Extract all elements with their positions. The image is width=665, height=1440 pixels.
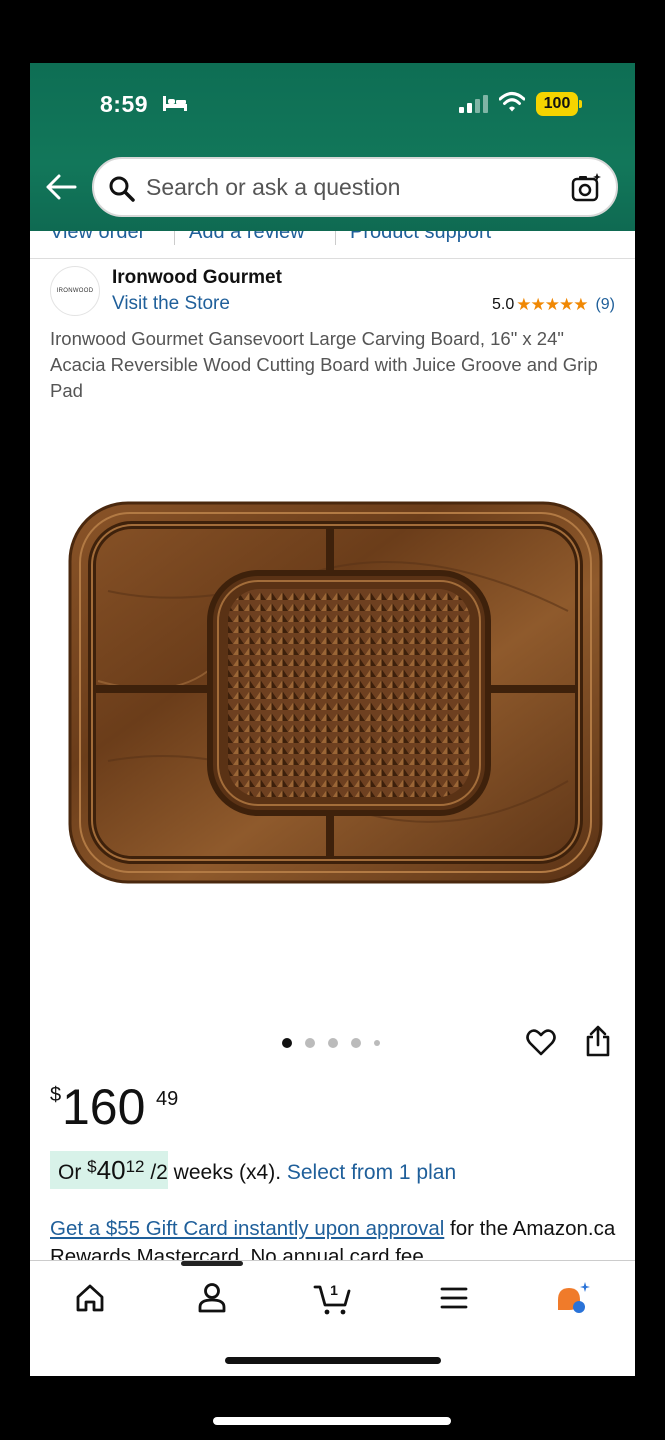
product-title: Ironwood Gourmet Gansevoort Large Carvin… xyxy=(50,328,598,401)
brand-logo[interactable]: IRONWOOD xyxy=(50,266,100,316)
drawer-handle[interactable] xyxy=(181,1261,243,1266)
gift-card-link[interactable]: Get a $55 Gift Card instantly upon appro… xyxy=(50,1217,444,1240)
product-support-link[interactable]: Product support xyxy=(350,231,491,244)
carousel-dot[interactable] xyxy=(305,1038,315,1048)
installment-offer: Or $4012 /2 weeks (x4). Select from 1 pl… xyxy=(58,1155,456,1186)
rufus-assistant-icon[interactable] xyxy=(552,1278,592,1318)
visit-store-link[interactable]: Visit the Store xyxy=(112,293,230,315)
rating-count[interactable]: (9) xyxy=(595,296,615,314)
installment-whole: 40 xyxy=(96,1155,126,1185)
installment-prefix: Or xyxy=(58,1161,88,1184)
price-fraction: 49 xyxy=(156,1088,179,1110)
home-indicator xyxy=(225,1357,441,1364)
product-image-cutting-board[interactable] xyxy=(68,501,603,886)
carousel-dot[interactable] xyxy=(328,1038,338,1048)
installment-fraction: 12 xyxy=(125,1157,145,1176)
home-icon[interactable] xyxy=(70,1278,110,1318)
cart-icon[interactable]: 1 xyxy=(312,1278,352,1318)
account-icon[interactable] xyxy=(192,1278,232,1318)
status-time: 8:59 xyxy=(100,91,149,117)
view-order-link[interactable]: View order xyxy=(50,231,145,244)
cellular-signal-icon xyxy=(459,95,488,113)
battery-indicator: 100 xyxy=(536,92,582,116)
rating-summary[interactable]: 5.0 ★★★★★ (9) xyxy=(492,295,615,315)
select-plan-link[interactable]: Select from 1 plan xyxy=(287,1161,456,1184)
camera-search-icon[interactable] xyxy=(570,172,602,204)
order-subnav: View order Add a review Product support xyxy=(30,231,635,259)
back-arrow-icon[interactable] xyxy=(44,173,78,201)
menu-icon[interactable] xyxy=(434,1278,474,1318)
add-review-link[interactable]: Add a review xyxy=(189,231,305,244)
price-currency: $ xyxy=(50,1084,62,1106)
carousel-dot-active[interactable] xyxy=(282,1038,292,1048)
search-icon xyxy=(109,176,135,202)
star-rating-icon: ★★★★★ xyxy=(516,295,588,314)
brand-name: Ironwood Gourmet xyxy=(112,267,282,288)
installment-terms: /2 weeks (x4). xyxy=(144,1161,287,1184)
wifi-icon xyxy=(499,92,525,112)
search-bar[interactable] xyxy=(92,157,618,217)
image-carousel-dots[interactable] xyxy=(282,1036,382,1050)
cart-count: 1 xyxy=(330,1282,338,1298)
share-icon[interactable] xyxy=(583,1025,613,1057)
header: 8:59 100 xyxy=(30,63,635,231)
search-input[interactable] xyxy=(146,159,546,215)
wishlist-heart-icon[interactable] xyxy=(526,1027,556,1057)
sleep-focus-icon xyxy=(163,96,187,111)
system-home-indicator xyxy=(213,1417,451,1425)
bottom-nav: 1 xyxy=(30,1260,635,1376)
carousel-dot[interactable] xyxy=(374,1040,380,1046)
carousel-dot[interactable] xyxy=(351,1038,361,1048)
price-whole: 160 xyxy=(62,1079,146,1135)
app-screen: 8:59 100 Search or ask a question View o… xyxy=(30,63,635,1376)
installment-currency: $ xyxy=(87,1157,97,1176)
rating-value: 5.0 xyxy=(491,296,515,313)
battery-level: 100 xyxy=(536,92,578,116)
